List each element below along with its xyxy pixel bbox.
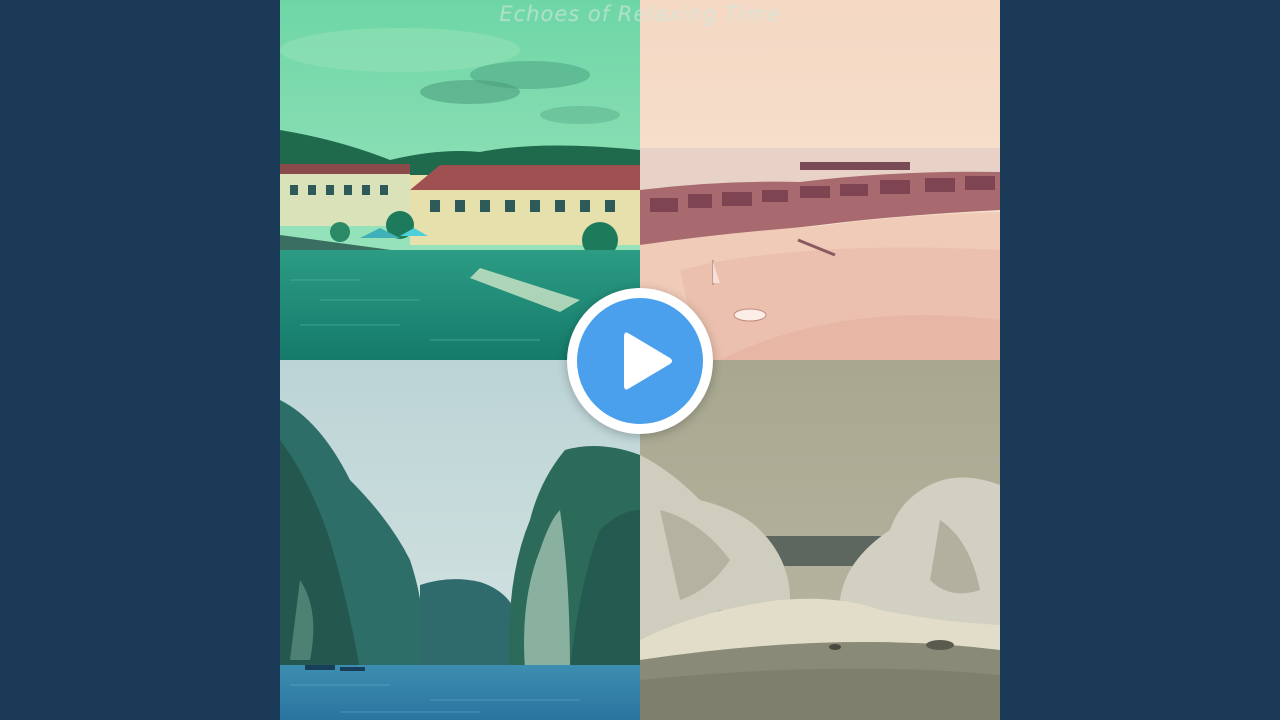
- cover-tile-beach-resort: [640, 0, 1000, 360]
- cover-tile-harbor: [280, 0, 640, 360]
- video-player[interactable]: Echoes of Relaxing Time: [0, 0, 1280, 720]
- cover-tile-limestone-cliffs: [280, 360, 640, 720]
- rocky-cove-scene-image: [640, 360, 1000, 720]
- play-icon: [624, 332, 672, 390]
- beach-resort-scene-image: [640, 0, 1000, 360]
- limestone-cliffs-scene-image: [280, 360, 640, 720]
- play-button-fill: [577, 298, 703, 424]
- cover-tile-rocky-cove: [640, 360, 1000, 720]
- harbor-scene-image: [280, 0, 640, 360]
- play-button[interactable]: [567, 288, 713, 434]
